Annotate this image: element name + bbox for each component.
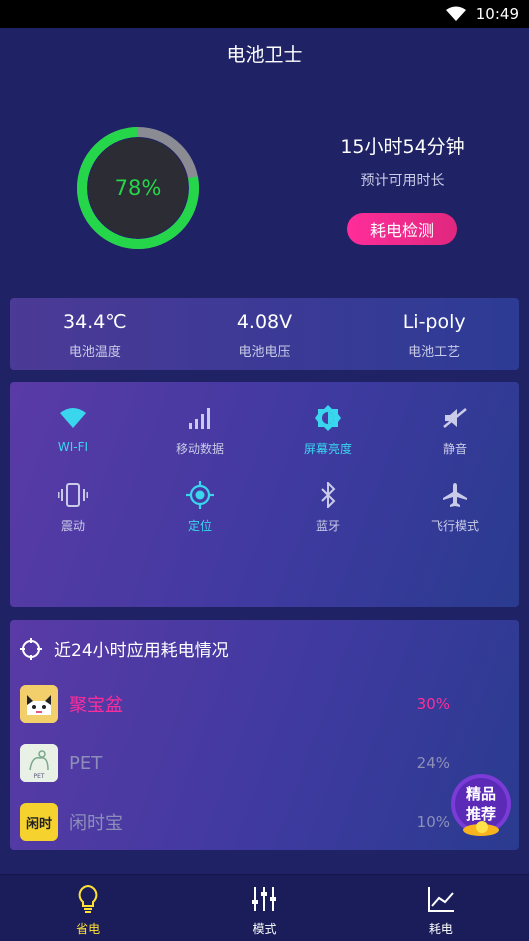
- app-percent: 30%: [416, 695, 450, 713]
- wifi-status-icon: [445, 6, 466, 21]
- bluetooth-icon: [321, 482, 336, 508]
- app-percent: 24%: [416, 754, 450, 772]
- toggle-label: WI-FI: [57, 440, 89, 454]
- toggle-mobile-data[interactable]: 移动数据: [145, 402, 255, 457]
- nav-label: 省电: [76, 922, 101, 936]
- nav-item-mode[interactable]: 模式: [176, 875, 352, 941]
- mute-icon: [443, 408, 467, 428]
- remaining-label: 预计可用时长: [360, 173, 445, 189]
- toggle-label: 静音: [442, 442, 467, 456]
- status-bar: 10:49: [0, 0, 529, 28]
- battery-percent: 78%: [114, 176, 162, 200]
- vibrate-icon: [58, 483, 88, 507]
- toggle-vibrate[interactable]: 震动: [18, 479, 128, 534]
- app-icon-pet: PET: [20, 744, 58, 782]
- detect-button[interactable]: 耗电检测: [347, 213, 457, 245]
- nav-label: 耗电: [428, 922, 453, 936]
- toggle-mute[interactable]: 静音: [400, 402, 510, 457]
- stat-label: 电池电压: [238, 345, 291, 360]
- stat-temperature: 34.4℃ 电池温度: [10, 298, 180, 370]
- usage-header: 近24小时应用耗电情况: [20, 636, 229, 661]
- app-icon-xianshibao-text: 闲时: [25, 816, 52, 832]
- app-name: 聚宝盆: [69, 695, 123, 716]
- nav-item-consumption[interactable]: 耗电: [353, 875, 529, 941]
- recommend-badge[interactable]: 精品 推荐: [446, 772, 516, 838]
- quick-toggles-card: WI-FI 移动数据 屏幕亮度 静音 震动 定位 蓝牙 飞行模式: [10, 382, 519, 607]
- app-usage-row[interactable]: 闲时 闲时宝 10%: [20, 802, 500, 842]
- wifi-icon: [60, 408, 86, 428]
- toggle-brightness[interactable]: 屏幕亮度: [273, 402, 383, 457]
- remaining-time: 15小时54分钟: [340, 136, 465, 158]
- toggle-label: 屏幕亮度: [303, 442, 352, 456]
- app-name: 闲时宝: [69, 813, 123, 834]
- stat-label: 电池工艺: [408, 345, 461, 360]
- stat-value: 4.08V: [236, 311, 293, 333]
- app-icon-jubaopen: [20, 685, 58, 723]
- app-usage-row[interactable]: 聚宝盆 30%: [20, 684, 500, 724]
- battery-gauge: 78%: [75, 125, 201, 251]
- app-icon-pet-text: PET: [33, 773, 45, 780]
- brightness-icon: [315, 405, 341, 431]
- app-percent: 10%: [416, 813, 450, 831]
- stat-voltage: 4.08V 电池电压: [180, 298, 350, 370]
- usage-title: 近24小时应用耗电情况: [54, 641, 229, 661]
- toggle-location[interactable]: 定位: [145, 479, 255, 534]
- toggle-label: 移动数据: [175, 442, 224, 456]
- chart-icon: [427, 887, 454, 912]
- toggle-label: 震动: [60, 519, 85, 533]
- badge-line1: 精品: [465, 785, 496, 803]
- app-usage-row[interactable]: PET PET 24%: [20, 743, 500, 783]
- target-icon: [20, 637, 42, 660]
- toggle-bluetooth[interactable]: 蓝牙: [273, 479, 383, 534]
- signal-icon: [189, 408, 210, 429]
- stat-technology: Li-poly 电池工艺: [349, 298, 519, 370]
- stat-label: 电池温度: [68, 345, 121, 360]
- app-name: PET: [69, 752, 103, 774]
- stat-value: Li-poly: [402, 311, 466, 333]
- sliders-icon: [252, 887, 277, 911]
- page-title: 电池卫士: [226, 44, 303, 66]
- location-icon: [186, 481, 214, 509]
- app-usage-card: 近24小时应用耗电情况 聚宝盆 30% PET PET 24% 闲时 闲时宝 1…: [10, 620, 519, 850]
- toggle-wifi[interactable]: WI-FI: [18, 402, 128, 454]
- toggle-airplane[interactable]: 飞行模式: [400, 479, 510, 534]
- app-icon-xianshibao: 闲时: [20, 803, 58, 841]
- status-time: 10:49: [475, 5, 519, 23]
- toggle-label: 飞行模式: [430, 519, 479, 533]
- nav-label: 模式: [252, 922, 277, 936]
- bulb-icon: [78, 884, 98, 913]
- badge-line2: 推荐: [465, 805, 496, 823]
- airplane-icon: [443, 483, 467, 507]
- bottom-nav: 省电 模式 耗电: [0, 874, 529, 941]
- battery-stats-card: 34.4℃ 电池温度 4.08V 电池电压 Li-poly 电池工艺: [10, 298, 519, 370]
- toggle-label: 蓝牙: [315, 519, 340, 533]
- stat-value: 34.4℃: [63, 311, 127, 333]
- nav-item-save-power[interactable]: 省电: [0, 875, 176, 941]
- toggle-label: 定位: [187, 519, 212, 533]
